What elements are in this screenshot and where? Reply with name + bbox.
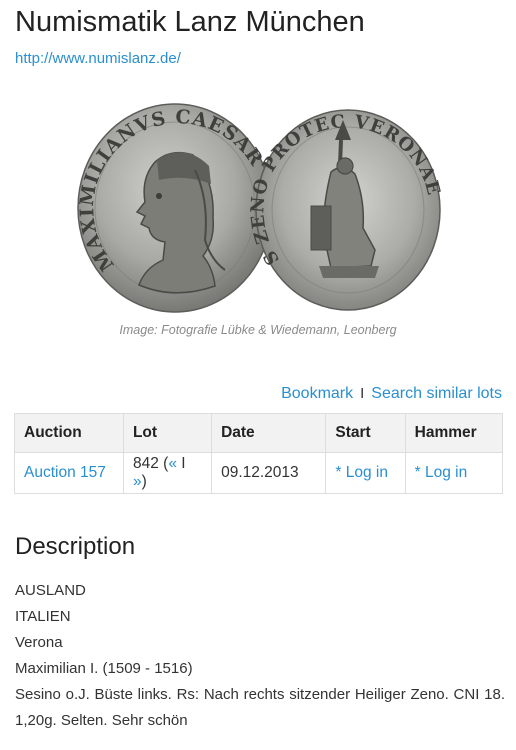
lot-nav-separator: I xyxy=(181,455,186,472)
cell-lot: 842 (« I ») xyxy=(122,452,213,494)
next-lot-link[interactable]: » xyxy=(133,473,142,490)
table-row: Auction 157 842 (« I ») 09.12.2013 * Log… xyxy=(14,452,504,494)
coin-reverse: S ZENO PROTEC VERONAE xyxy=(247,109,443,311)
search-similar-link[interactable]: Search similar lots xyxy=(371,385,502,402)
coin-obverse: MAXIMILIANVS CAESAR xyxy=(76,103,273,313)
cell-date: 09.12.2013 xyxy=(211,452,327,494)
description-heading: Description xyxy=(15,533,136,560)
website-link[interactable]: http://www.numislanz.de/ xyxy=(15,50,181,67)
header-date: Date xyxy=(211,413,327,453)
cell-start: * Log in xyxy=(325,452,406,494)
description-line: Maximilian I. (1509 - 1516) xyxy=(15,660,193,677)
lot-actions: Bookmark I Search similar lots xyxy=(281,385,502,403)
image-caption: Image: Fotografie Lübke & Wiedemann, Leo… xyxy=(119,323,397,337)
header-start: Start xyxy=(325,413,406,453)
lot-number: 842 xyxy=(132,455,159,472)
table-header-row: Auction Lot Date Start Hammer xyxy=(14,413,504,453)
description-line: AUSLAND xyxy=(15,582,86,599)
coin-photo: MAXIMILIANVS CAESAR S ZENO PROTEC VERONA… xyxy=(76,103,443,313)
lot-table: Auction Lot Date Start Hammer Auction 15… xyxy=(14,413,504,494)
page: Numismatik Lanz München http://www.numis… xyxy=(0,0,516,750)
hammer-login-link[interactable]: * Log in xyxy=(415,464,468,481)
header-auction: Auction xyxy=(14,413,124,453)
header-lot: Lot xyxy=(122,413,213,453)
description-text: AUSLAND ITALIEN Verona Maximilian I. (15… xyxy=(15,578,505,734)
cell-auction: Auction 157 xyxy=(14,452,124,494)
cell-hammer: * Log in xyxy=(404,452,504,494)
auction-link[interactable]: Auction 157 xyxy=(24,464,106,481)
description-line: Verona xyxy=(15,634,63,651)
lot-nav-close: ) xyxy=(141,473,147,490)
start-login-link[interactable]: * Log in xyxy=(335,464,388,481)
header-hammer: Hammer xyxy=(404,413,504,453)
description-line: ITALIEN xyxy=(15,608,71,625)
previous-lot-link[interactable]: « xyxy=(168,455,177,472)
description-line: Sesino o.J. Büste links. Rs: Nach rechts… xyxy=(15,686,505,729)
coin-image[interactable]: MAXIMILIANVS CAESAR S ZENO PROTEC VERONA… xyxy=(75,100,445,315)
page-title: Numismatik Lanz München xyxy=(15,6,365,38)
bookmark-link[interactable]: Bookmark xyxy=(281,385,353,402)
actions-separator: I xyxy=(360,385,365,402)
